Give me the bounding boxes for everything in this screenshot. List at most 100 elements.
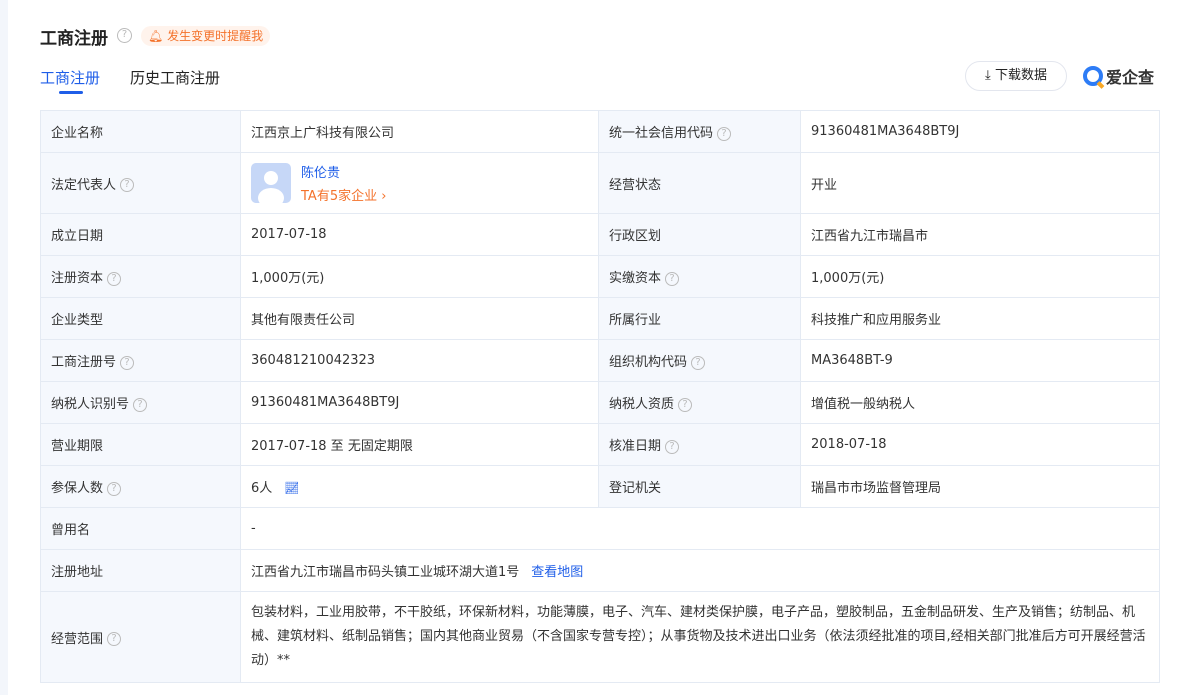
field-label: 成立日期 bbox=[40, 213, 241, 256]
field-value: 360481210042323 bbox=[240, 339, 599, 382]
help-icon[interactable]: ? bbox=[117, 28, 132, 43]
field-value: 91360481MA3648BT9J bbox=[240, 381, 599, 424]
aiqicha-logo: 爱企查 bbox=[1083, 64, 1154, 88]
help-icon[interactable]: ? bbox=[107, 632, 122, 646]
field-value: 开业 bbox=[800, 152, 1160, 214]
value-text: 科技推广和应用服务业 bbox=[811, 313, 942, 328]
value-text: 包装材料，工业用胶带，不干胶纸，环保新材料，功能薄膜，电子、汽车、建材类保护膜，… bbox=[251, 605, 1146, 668]
field-label: 统一社会信用代码? bbox=[598, 110, 801, 153]
help-icon[interactable]: ? bbox=[120, 355, 135, 370]
value-text: 开业 bbox=[811, 177, 838, 193]
legal-representative: 陈伦贵 TA有5家企业 › bbox=[251, 162, 588, 204]
help-icon[interactable]: ? bbox=[107, 271, 122, 286]
value-text: 江西省九江市瑞昌市 bbox=[811, 229, 929, 244]
related-companies-link[interactable]: TA有5家企业 › bbox=[301, 185, 386, 204]
field-value: MA3648BT-9 bbox=[800, 339, 1160, 382]
help-icon[interactable]: ? bbox=[133, 397, 148, 412]
value-text: 增值税一般纳税人 bbox=[811, 397, 916, 412]
table-row: 注册资本? 1,000万(元) 实缴资本? 1,000万(元) bbox=[40, 255, 1160, 298]
label-text: 行政区划 bbox=[609, 229, 662, 244]
table-row: 企业类型 其他有限责任公司 所属行业 科技推广和应用服务业 bbox=[40, 297, 1160, 340]
field-label: 纳税人资质? bbox=[598, 381, 801, 424]
label-text: 经营范围 bbox=[51, 631, 104, 647]
help-icon[interactable]: ? bbox=[107, 481, 122, 496]
table-row: 曾用名 - bbox=[40, 507, 1160, 550]
value-text: 1,000万(元) bbox=[251, 271, 325, 286]
field-value: 2017-07-18 至 无固定期限 bbox=[240, 423, 599, 466]
field-label: 组织机构代码? bbox=[598, 339, 801, 382]
field-value: 包装材料，工业用胶带，不干胶纸，环保新材料，功能薄膜，电子、汽车、建材类保护膜，… bbox=[240, 591, 1160, 683]
label-text: 核准日期 bbox=[609, 439, 662, 454]
table-row: 成立日期 2017-07-18 行政区划 江西省九江市瑞昌市 bbox=[40, 213, 1160, 256]
table-row: 注册地址 江西省九江市瑞昌市码头镇工业城环湖大道1号 查看地图 bbox=[40, 549, 1160, 592]
help-icon[interactable]: ? bbox=[717, 126, 732, 141]
value-text: 91360481MA3648BT9J bbox=[811, 124, 960, 139]
person-info: 陈伦贵 TA有5家企业 › bbox=[301, 162, 386, 204]
field-value: - bbox=[240, 507, 1160, 550]
companies-text: TA有5家企业 bbox=[301, 189, 378, 204]
value-text: MA3648BT-9 bbox=[811, 353, 893, 368]
label-text: 成立日期 bbox=[51, 229, 104, 244]
value-text: 江西省九江市瑞昌市码头镇工业城环湖大道1号 bbox=[251, 565, 520, 580]
registration-table: 企业名称 江西京上广科技有限公司 统一社会信用代码? 91360481MA3648BT… bbox=[40, 110, 1160, 683]
chevron-right-icon: › bbox=[377, 189, 387, 204]
table-row: 企业名称 江西京上广科技有限公司 统一社会信用代码? 91360481MA3648BT… bbox=[40, 110, 1160, 153]
label-text: 登记机关 bbox=[609, 481, 662, 496]
change-reminder-button[interactable]: 🔔︎ 发生变更时提醒我 bbox=[141, 26, 271, 46]
field-label: 核准日期? bbox=[598, 423, 801, 466]
field-value: 江西省九江市瑞昌市 bbox=[800, 213, 1160, 256]
field-value: 2018-07-18 bbox=[800, 423, 1160, 466]
table-row: 纳税人识别号? 91360481MA3648BT9J 纳税人资质? 增值税一般纳税人 bbox=[40, 381, 1160, 424]
value-text: 2017-07-18 bbox=[251, 227, 327, 242]
table-row: 营业期限 2017-07-18 至 无固定期限 核准日期? 2018-07-18 bbox=[40, 423, 1160, 466]
person-name-link[interactable]: 陈伦贵 bbox=[301, 162, 386, 181]
trend-chart-icon[interactable]: 📈︎ bbox=[284, 481, 299, 495]
field-value: 6人 📈︎ bbox=[240, 465, 599, 508]
avatar bbox=[251, 163, 291, 203]
view-map-link[interactable]: 查看地图 bbox=[531, 565, 583, 580]
tab-business-registration[interactable]: 工商注册 bbox=[40, 67, 100, 94]
label-text: 营业期限 bbox=[51, 439, 104, 454]
field-label: 行政区划 bbox=[598, 213, 801, 256]
help-icon[interactable]: ? bbox=[665, 271, 680, 286]
label-text: 注册地址 bbox=[51, 565, 104, 580]
field-label: 曾用名 bbox=[40, 507, 241, 550]
field-label: 登记机关 bbox=[598, 465, 801, 508]
label-text: 纳税人识别号 bbox=[51, 397, 130, 412]
field-value: 增值税一般纳税人 bbox=[800, 381, 1160, 424]
field-label: 工商注册号? bbox=[40, 339, 241, 382]
label-text: 统一社会信用代码 bbox=[609, 126, 714, 141]
field-label: 注册地址 bbox=[40, 549, 241, 592]
help-icon[interactable]: ? bbox=[665, 439, 680, 454]
label-text: 注册资本 bbox=[51, 271, 104, 286]
field-label: 法定代表人? bbox=[40, 152, 241, 214]
page-title: 工商注册? bbox=[40, 24, 132, 49]
value-text: 91360481MA3648BT9J bbox=[251, 395, 400, 410]
value-text: 2017-07-18 至 无固定期限 bbox=[251, 439, 413, 454]
field-label: 经营范围? bbox=[40, 591, 241, 683]
table-row: 工商注册号? 360481210042323 组织机构代码? MA3648BT-9 bbox=[40, 339, 1160, 382]
value-text: - bbox=[251, 521, 256, 536]
tab-history-registration[interactable]: 历史工商注册 bbox=[130, 67, 220, 88]
label-text: 法定代表人 bbox=[51, 177, 117, 193]
help-icon[interactable]: ? bbox=[691, 355, 706, 370]
field-value: 江西省九江市瑞昌市码头镇工业城环湖大道1号 查看地图 bbox=[240, 549, 1160, 592]
value-text: 360481210042323 bbox=[251, 353, 376, 368]
field-value: 江西京上广科技有限公司 bbox=[240, 110, 599, 153]
download-data-button[interactable]: ⤓ 下载数据 bbox=[965, 61, 1067, 91]
field-label: 经营状态 bbox=[598, 152, 801, 214]
field-value: 1,000万(元) bbox=[800, 255, 1160, 298]
field-label: 参保人数? bbox=[40, 465, 241, 508]
left-strip bbox=[0, 0, 8, 695]
value-text: 6人 bbox=[251, 481, 273, 496]
label-text: 曾用名 bbox=[51, 523, 91, 538]
field-label: 企业名称 bbox=[40, 110, 241, 153]
label-text: 所属行业 bbox=[609, 313, 662, 328]
logo-text: 爱企查 bbox=[1106, 68, 1155, 87]
table-row: 法定代表人? 陈伦贵 TA有5家企业 › 经营状态 开业 bbox=[40, 152, 1160, 214]
download-label: 下载数据 bbox=[994, 68, 1047, 83]
help-icon[interactable]: ? bbox=[120, 178, 135, 192]
label-text: 经营状态 bbox=[609, 177, 662, 193]
field-value: 91360481MA3648BT9J bbox=[800, 110, 1160, 153]
help-icon[interactable]: ? bbox=[678, 397, 693, 412]
